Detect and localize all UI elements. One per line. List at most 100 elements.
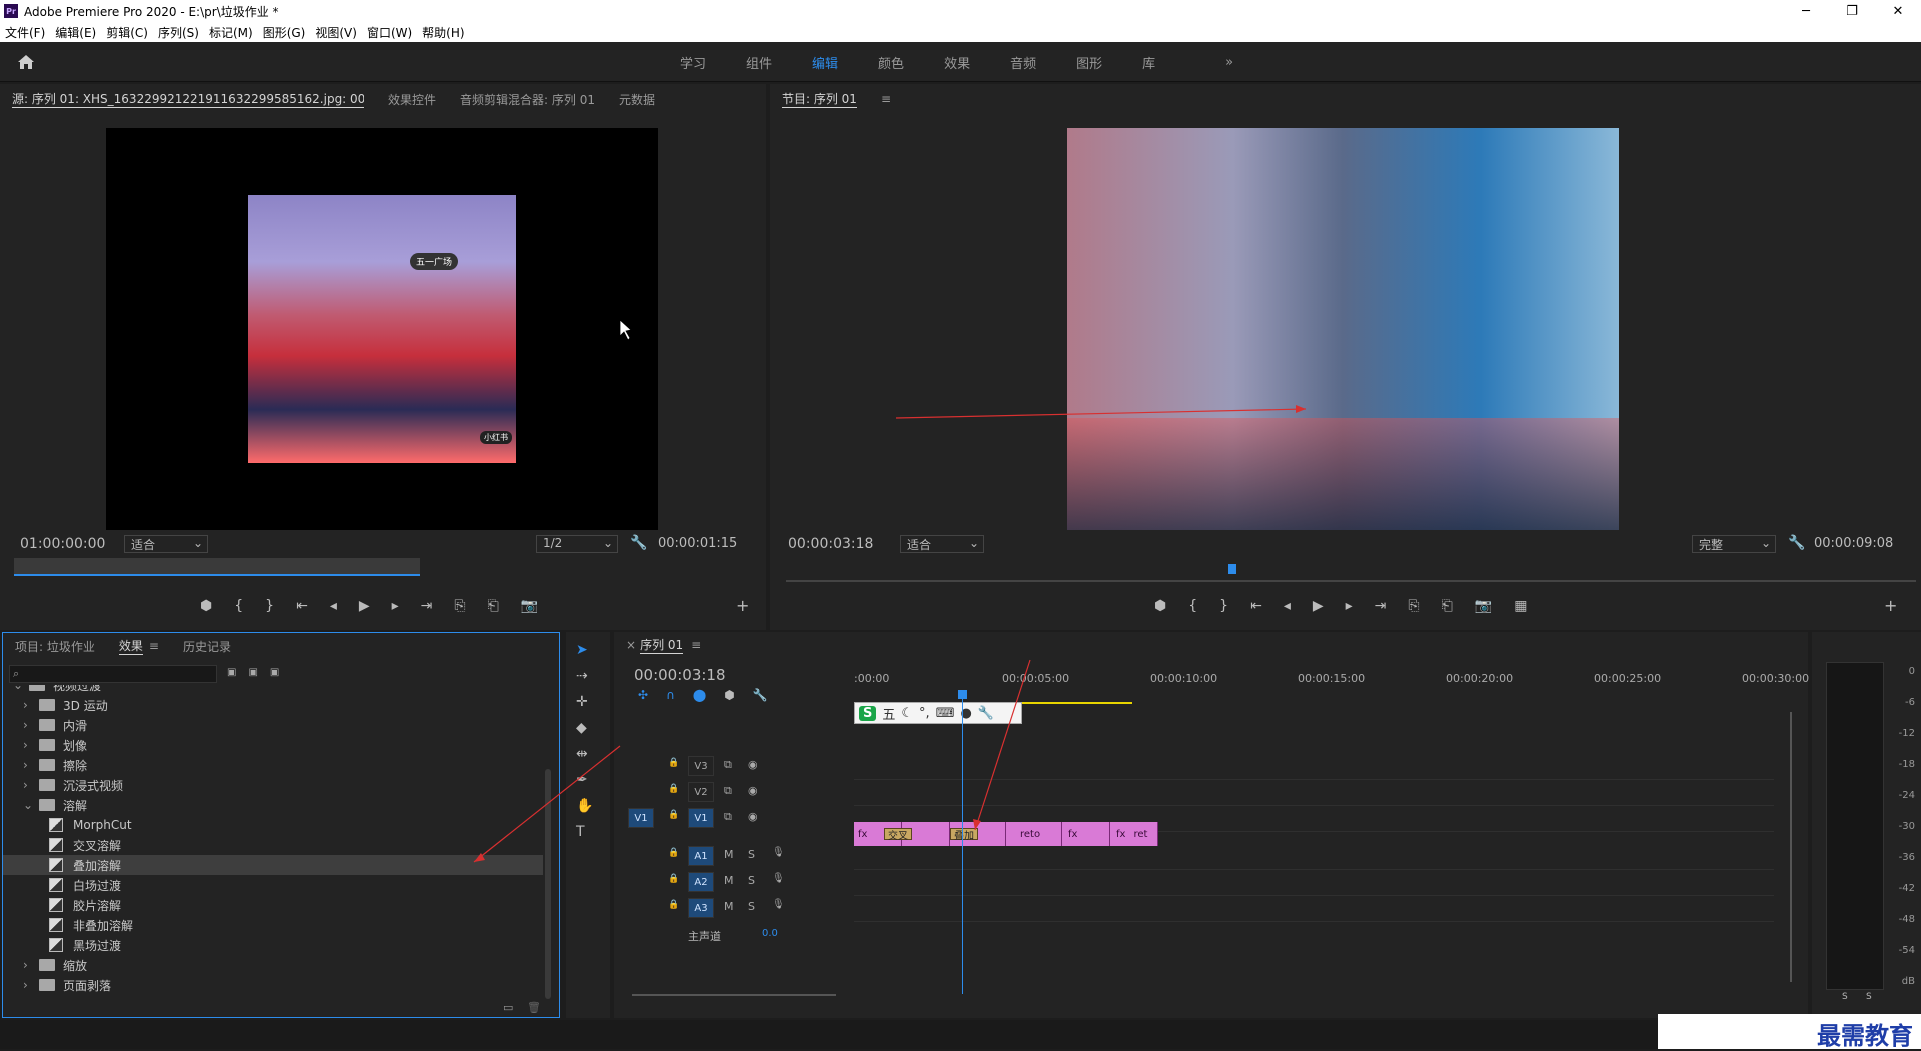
overwrite-icon[interactable]: ⎗ [488,598,499,614]
punctuation-icon[interactable]: °, [919,706,930,721]
effects-menu-icon[interactable]: ≡ [149,639,159,653]
timeline-playhead[interactable] [962,694,963,994]
home-icon[interactable] [16,52,36,72]
workspace-libraries[interactable]: 库 [1142,53,1155,72]
step-back-icon[interactable]: ◂ [330,598,337,614]
timeline-settings-icon[interactable]: 🔧 [753,688,768,702]
microphone-icon[interactable]: 🎙 [772,873,785,884]
add-marker-icon[interactable]: ⬢ [724,688,734,702]
32bit-filter-icon[interactable]: ▣ [248,667,257,678]
effect-item[interactable]: 交叉溶解 [3,835,543,855]
timeline-menu-icon[interactable]: ≡ [691,638,701,652]
program-menu-icon[interactable]: ≡ [881,92,891,106]
tab-sequence[interactable]: 序列 01 [640,636,684,654]
wrench-icon[interactable]: 🔧 [978,706,994,721]
ime-mode-label[interactable]: 五 [882,704,895,723]
menu-clip[interactable]: 剪辑(C) [101,24,153,41]
go-to-in-icon[interactable]: ⇤ [1250,598,1262,614]
program-quality-dropdown[interactable]: 完整 ⌄ [1692,535,1776,553]
program-timecode[interactable]: 00:00:03:18 [788,536,873,552]
track-lane[interactable] [854,869,1774,870]
source-settings-icon[interactable]: 🔧 [630,535,647,551]
tab-source[interactable]: 源: 序列 01: XHS_16322992122191163229958516… [12,90,364,108]
accelerated-filter-icon[interactable]: ▣ [227,667,236,678]
timeline-v-scrollbar[interactable] [1790,712,1792,982]
tab-project[interactable]: 项目: 垃圾作业 [15,638,95,655]
workspace-audio[interactable]: 音频 [1010,53,1036,72]
lock-icon[interactable]: 🔒 [668,758,679,768]
program-fit-dropdown[interactable]: 适合 ⌄ [900,535,984,553]
minimize-button[interactable]: ─ [1783,0,1829,22]
track-lane[interactable] [854,895,1774,896]
chevron-right-icon[interactable]: › [23,698,39,712]
effects-folder[interactable]: › 擦除 [3,755,543,775]
play-icon[interactable]: ▶ [359,598,370,614]
mute-icon[interactable]: M [724,848,734,861]
step-back-icon[interactable]: ◂ [1284,598,1291,614]
tab-program[interactable]: 节目: 序列 01 [782,90,857,108]
mark-in-icon[interactable]: { [1188,598,1197,614]
program-settings-icon[interactable]: 🔧 [1788,535,1805,551]
timeline-h-scrollbar[interactable] [632,994,836,996]
sync-lock-icon[interactable]: ⧉ [724,784,732,798]
effect-item[interactable]: 非叠加溶解 [3,915,543,935]
menu-window[interactable]: 窗口(W) [362,24,417,41]
lock-icon[interactable]: 🔒 [668,900,679,910]
step-forward-icon[interactable]: ▸ [392,598,399,614]
track-select-tool-icon[interactable]: ⇢ [576,668,593,684]
source-add-button-icon[interactable]: + [736,596,749,615]
effects-folder[interactable]: › 划像 [3,735,543,755]
track-target-label[interactable]: A3 [688,898,714,918]
insert-icon[interactable]: ⎘ [454,598,465,614]
go-to-in-icon[interactable]: ⇤ [296,598,308,614]
tab-effects[interactable]: 效果 [118,637,143,655]
extract-icon[interactable]: ⎗ [1442,598,1453,614]
menu-sequence[interactable]: 序列(S) [153,24,204,41]
eye-icon[interactable]: ◉ [748,784,758,797]
chevron-down-icon[interactable]: ⌄ [13,685,29,692]
moon-icon[interactable]: ☾ [901,706,913,721]
restore-button[interactable]: ❐ [1829,0,1875,22]
effects-folder[interactable]: › 内滑 [3,715,543,735]
chevron-right-icon[interactable]: › [23,758,39,772]
lock-icon[interactable]: 🔒 [668,874,679,884]
time-ruler[interactable]: :00:00 00:00:05:00 00:00:10:00 00:00:15:00 0… [854,672,1809,696]
track-target-label[interactable]: A1 [688,846,714,866]
chevron-down-icon[interactable]: ⌄ [23,798,39,812]
add-marker-icon[interactable]: ⬢ [1154,598,1166,614]
microphone-icon[interactable]: 🎙 [772,899,785,910]
new-bin-icon[interactable]: ▭ [503,1001,513,1014]
mute-icon[interactable]: M [724,874,734,887]
workspace-color[interactable]: 颜色 [878,53,904,72]
effects-folder[interactable]: › 缩放 [3,955,543,975]
effects-folder[interactable]: › 页面剥落 [3,975,543,995]
ime-toolbar[interactable]: S 五 ☾ °, ⌨ ● 🔧 [854,702,1022,724]
keyboard-icon[interactable]: ⌨ [936,706,955,721]
timeline-timecode[interactable]: 00:00:03:18 [634,666,726,684]
track-target-label[interactable]: V2 [688,782,714,802]
ripple-edit-tool-icon[interactable]: ✛ [576,694,593,710]
effect-item[interactable]: 胶片溶解 [3,895,543,915]
workspace-effects[interactable]: 效果 [944,53,970,72]
program-add-button-icon[interactable]: + [1884,596,1897,615]
delete-icon[interactable]: 🗑 [527,1001,541,1014]
selection-tool-icon[interactable]: ➤ [576,642,593,658]
track-target-label[interactable]: V1 [688,808,714,828]
effect-item[interactable]: 白场过渡 [3,875,543,895]
play-icon[interactable]: ▶ [1313,598,1324,614]
effects-folder[interactable]: ⌄ 溶解 [3,795,543,815]
go-to-out-icon[interactable]: ⇥ [421,598,433,614]
chevron-right-icon[interactable]: › [23,778,39,792]
close-button[interactable]: ✕ [1875,0,1921,22]
lock-icon[interactable]: 🔒 [668,810,679,820]
master-volume-value[interactable]: 0.0 [762,928,778,939]
chevron-right-icon[interactable]: › [23,738,39,752]
type-tool-icon[interactable]: T [576,824,593,840]
v1-clip-5[interactable]: fx [1062,822,1110,846]
source-timecode[interactable]: 01:00:00:00 [20,536,105,552]
program-scrubber[interactable] [786,580,1916,582]
lock-icon[interactable]: 🔒 [668,784,679,794]
source-fit-dropdown[interactable]: 适合 ⌄ [124,535,208,553]
effects-folder[interactable]: › 3D 运动 [3,695,543,715]
eye-icon[interactable]: ◉ [748,810,758,823]
